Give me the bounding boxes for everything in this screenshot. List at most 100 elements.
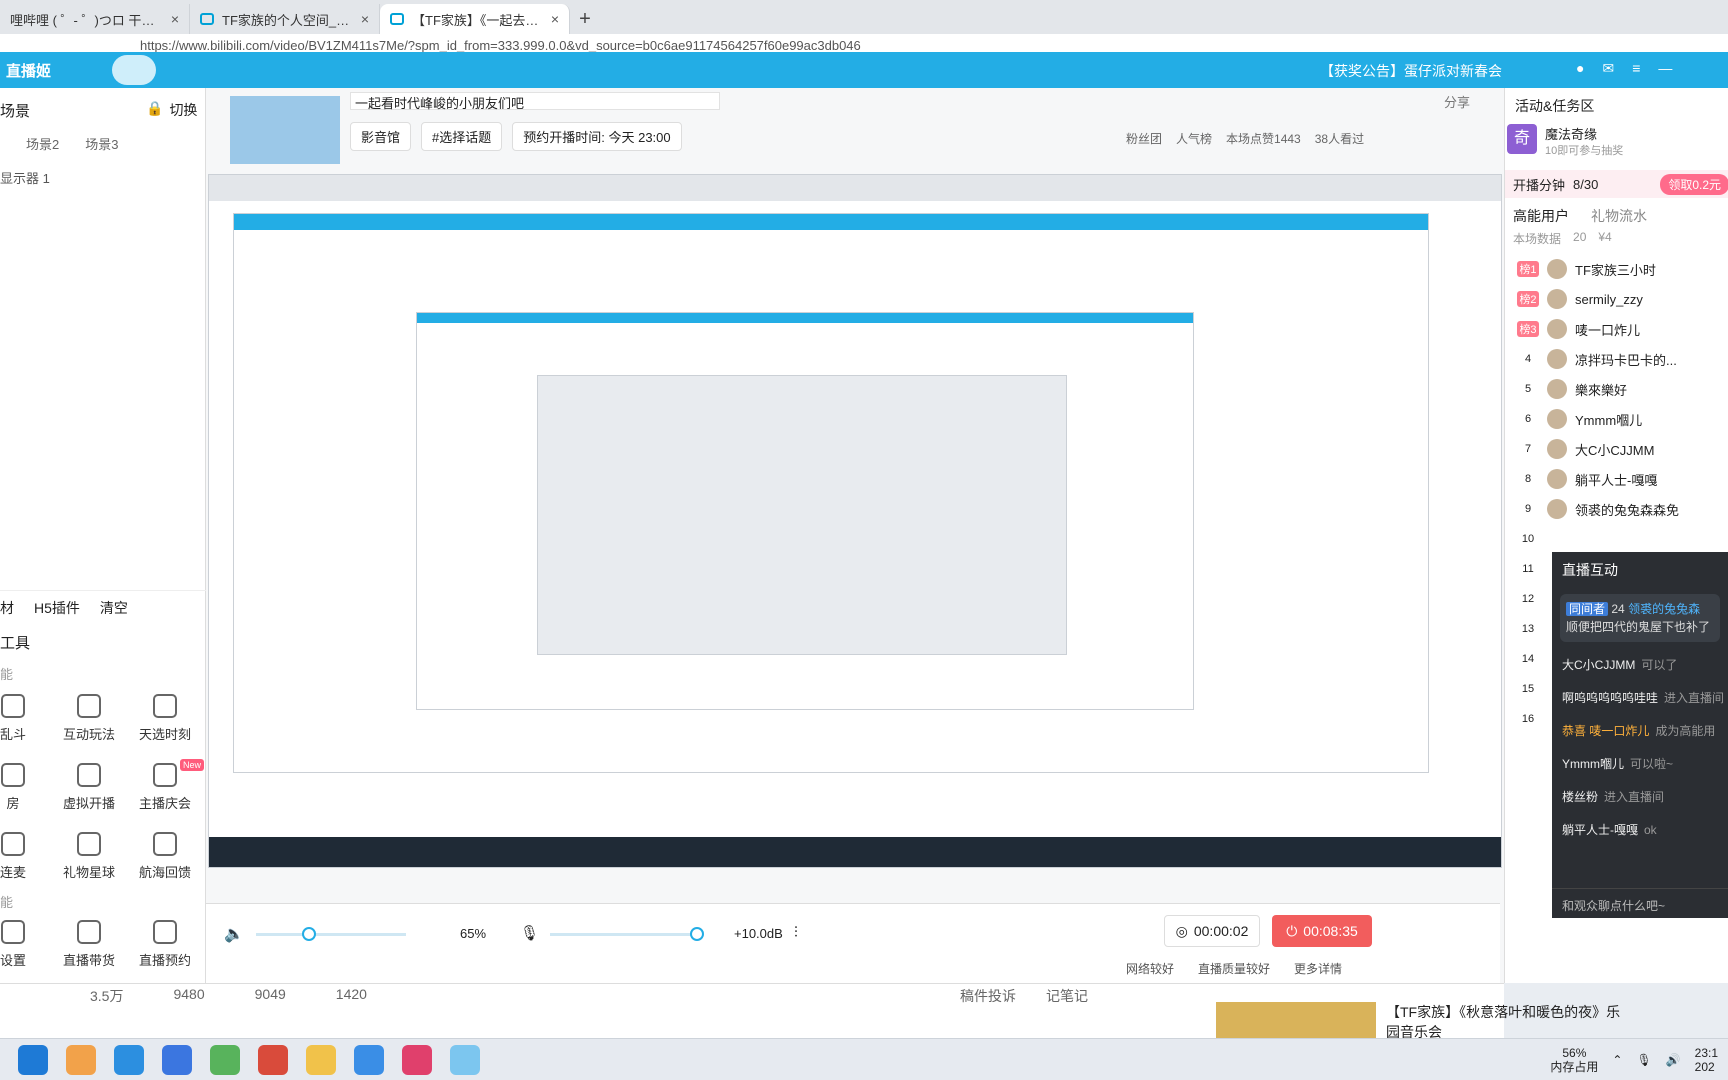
speaker-icon[interactable]: 🔈	[224, 924, 244, 944]
rank-row[interactable]: 6 Ymmm嗰儿	[1505, 404, 1728, 434]
share-button[interactable]: 分享	[1444, 92, 1470, 111]
video-app-icon[interactable]	[402, 1044, 432, 1075]
rank-row[interactable]: 榜3 唛一口炸儿	[1505, 314, 1728, 344]
speaker-icon[interactable]: 🔊	[1666, 1053, 1681, 1067]
close-icon[interactable]: ×	[551, 11, 559, 27]
tool-room[interactable]: 房	[0, 763, 46, 812]
browser-tab[interactable]: 哩哔哩 ( ゜- ゜)つロ 干杯~-bili ×	[0, 4, 190, 34]
tool-shop[interactable]: 直播带货	[56, 920, 122, 969]
edge-icon[interactable]	[18, 1044, 48, 1075]
tool-gift-planet[interactable]: 礼物星球	[56, 832, 122, 881]
tool-lottery[interactable]: 天选时刻	[132, 694, 198, 743]
tool-settings[interactable]: 设置	[0, 920, 46, 969]
recommend-thumbnail[interactable]	[1216, 1002, 1376, 1038]
mic-slider[interactable]	[550, 927, 704, 941]
report-link[interactable]: 稿件投诉	[960, 986, 1016, 1006]
kugou-icon[interactable]	[114, 1044, 144, 1075]
chat-user[interactable]: Ymmm嗰儿	[1562, 757, 1624, 771]
popular-button[interactable]: 人气榜	[1176, 130, 1212, 147]
game-icon	[77, 694, 101, 718]
screenshot-icon[interactable]	[450, 1044, 480, 1075]
rank-row[interactable]: 10	[1505, 524, 1728, 554]
q-icon[interactable]	[162, 1044, 192, 1075]
stat-favs[interactable]: 9049	[255, 986, 286, 1006]
close-icon[interactable]: ×	[361, 11, 369, 27]
chat-user[interactable]: 躺平人士-嘎嘎	[1562, 823, 1638, 837]
stream-title-input[interactable]: 一起看时代峰峻的小朋友们吧	[350, 92, 720, 111]
calendar-icon	[153, 920, 177, 944]
rank-row[interactable]: 榜2 sermily_zzy	[1505, 284, 1728, 314]
rank-row[interactable]: 9 领裘的兔兔森森免	[1505, 494, 1728, 524]
tool-voyage[interactable]: 航海回馈	[132, 832, 198, 881]
new-tab-button[interactable]: +	[570, 4, 600, 34]
rank-row[interactable]: 4 凉拌玛卡巴卡的...	[1505, 344, 1728, 374]
scene-panel: 场景 🔒 切换 场景2 场景3 显示器 1 材 H5插件 清空 工具 能 乱斗 互动玩法…	[0, 88, 206, 983]
mixer-icon[interactable]: ⫶	[794, 924, 798, 941]
chat-user[interactable]: 大C小CJJMM	[1562, 658, 1635, 672]
bilibili-live-icon[interactable]	[66, 1044, 96, 1075]
topic-chip[interactable]: #选择话题	[421, 122, 503, 151]
folder-icon[interactable]	[306, 1044, 336, 1075]
volume-handle[interactable]	[302, 927, 316, 941]
tab-scene3[interactable]: 场景3	[85, 134, 118, 153]
announcement-text[interactable]: 【获奖公告】蛋仔派对新春会	[1320, 61, 1502, 81]
schedule-chip[interactable]: 预约开播时间: 今天 23:00	[512, 122, 682, 151]
rank-row[interactable]: 5 樂來樂好	[1505, 374, 1728, 404]
close-icon[interactable]: ×	[171, 11, 179, 27]
category-chip[interactable]: 影音馆	[350, 122, 412, 151]
material-button[interactable]: 材	[0, 598, 14, 618]
h5-plugin-button[interactable]: H5插件	[34, 598, 80, 618]
tool-pk[interactable]: 乱斗	[0, 694, 46, 743]
claim-button[interactable]: 领取0.2元	[1660, 173, 1728, 195]
tool-mic[interactable]: 连麦	[0, 832, 46, 881]
play-icon[interactable]	[210, 1044, 240, 1075]
memory-usage[interactable]: 56% 内存占用	[1550, 1046, 1598, 1074]
activity-name[interactable]: 魔法奇缘	[1545, 124, 1597, 143]
tool-virtual[interactable]: 虚拟开播	[56, 763, 122, 812]
tool-party[interactable]: 主播庆会 New	[132, 759, 204, 812]
avatar-icon[interactable]: ●	[1576, 60, 1584, 77]
g-icon[interactable]	[258, 1044, 288, 1075]
switch-button[interactable]: 🔒 切换	[146, 100, 197, 120]
menu-icon[interactable]: ≡	[1632, 60, 1640, 77]
mail-icon[interactable]: ✉	[1602, 60, 1614, 77]
tab-scene2[interactable]: 场景2	[26, 134, 59, 153]
rank-row[interactable]: 8 躺平人士-嘎嘎	[1505, 464, 1728, 494]
feishu-icon[interactable]	[354, 1044, 384, 1075]
volume-slider[interactable]	[256, 927, 406, 941]
chat-user[interactable]: 恭喜 唛一口炸儿	[1562, 724, 1649, 738]
browser-tab[interactable]: TF家族的个人空间_哔哩哔哩_bili ×	[190, 4, 380, 34]
fans-button[interactable]: 粉丝团	[1126, 130, 1162, 147]
rank-row[interactable]: 榜1 TF家族三小时	[1505, 254, 1728, 284]
clear-button[interactable]: 清空	[100, 598, 128, 618]
source-item[interactable]: 显示器 1	[0, 168, 50, 187]
record-timer-button[interactable]: ◎ 00:00:02	[1164, 915, 1260, 947]
stat-likes[interactable]: 3.5万	[90, 986, 123, 1006]
chat-input[interactable]: 和观众聊点什么吧~	[1552, 888, 1728, 918]
chat-user[interactable]: 领裘的兔兔森	[1628, 602, 1700, 616]
tab-high-energy[interactable]: 高能用户	[1513, 206, 1569, 226]
minutes-label: 开播分钟	[1513, 177, 1566, 193]
stat-coins[interactable]: 9480	[173, 986, 204, 1006]
mic-handle[interactable]	[690, 927, 704, 941]
rank-row[interactable]: 7 大C小CJJMM	[1505, 434, 1728, 464]
clock[interactable]: 23:1 202	[1695, 1046, 1718, 1074]
more-details-link[interactable]: 更多详情	[1294, 960, 1342, 977]
stat-shares[interactable]: 1420	[336, 986, 367, 1006]
minimize-icon[interactable]: —	[1658, 60, 1672, 77]
chevron-up-icon[interactable]: ⌃	[1612, 1053, 1622, 1067]
browser-tab-active[interactable]: 【TF家族】《一起去做的N件事》 ×	[380, 4, 570, 34]
tab-gift-flow[interactable]: 礼物流水	[1591, 206, 1647, 226]
cover-thumbnail[interactable]	[230, 96, 340, 164]
chat-user[interactable]: 楼丝粉	[1562, 790, 1598, 804]
notes-link[interactable]: 记笔记	[1046, 986, 1088, 1006]
rank-badge: 榜3	[1517, 321, 1539, 337]
mic-icon[interactable]: 🎙	[520, 924, 539, 942]
mic-icon[interactable]: 🎙	[1636, 1053, 1651, 1067]
recommend-title[interactable]: 【TF家族】《秋意落叶和暖色的夜》乐园音乐会	[1386, 1002, 1626, 1042]
chat-user[interactable]: 啊呜呜呜呜呜哇哇	[1562, 691, 1658, 705]
stop-live-button[interactable]: ⏻ 00:08:35	[1272, 915, 1372, 947]
tool-booking[interactable]: 直播预约	[132, 920, 198, 969]
address-bar[interactable]: https://www.bilibili.com/video/BV1ZM411s…	[0, 34, 1728, 52]
tool-interactive[interactable]: 互动玩法	[56, 694, 122, 743]
